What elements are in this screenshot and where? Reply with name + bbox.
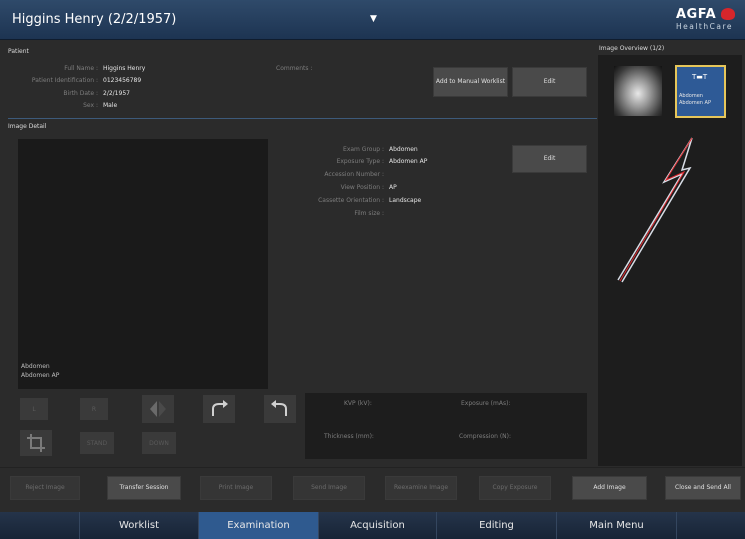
stand-marker-button[interactable]: STAND: [80, 432, 114, 454]
send-image-button[interactable]: Send Image: [293, 476, 365, 500]
flip-icon[interactable]: [142, 395, 174, 423]
rotate-right-icon[interactable]: [203, 395, 235, 423]
image-caption-group: Abdomen: [21, 363, 50, 370]
down-marker-button[interactable]: DOWN: [142, 432, 176, 454]
comments-label: Comments :: [276, 65, 313, 72]
main-navigation: Worklist Examination Acquisition Editing…: [0, 512, 745, 539]
film-size-label: Film size :: [354, 210, 384, 217]
nav-spacer-left: [0, 512, 80, 539]
sex-value: Male: [103, 102, 118, 109]
cassette-orientation-label: Cassette Orientation :: [318, 197, 384, 204]
chevron-down-icon[interactable]: ▼: [370, 14, 377, 24]
patient-id-label: Patient Identification :: [31, 77, 98, 84]
full-name-value: Higgins Henry: [103, 65, 146, 72]
nav-examination[interactable]: Examination: [199, 512, 319, 539]
accession-number-label: Accession Number :: [324, 171, 384, 178]
divider: [8, 118, 597, 119]
birth-date-value: 2/2/1957: [103, 90, 130, 97]
abdomen-thumbnail-selected[interactable]: T▬T Abdomen Abdomen AP: [675, 65, 726, 118]
marker-icon: T▬T: [692, 73, 708, 81]
birth-date-label: Birth Date :: [63, 90, 98, 97]
sex-label: Sex :: [83, 102, 98, 109]
nav-main-menu[interactable]: Main Menu: [557, 512, 677, 539]
undo-icon[interactable]: [264, 395, 296, 423]
exposure-type-label: Exposure Type :: [336, 158, 384, 165]
exam-group-label: Exam Group :: [343, 146, 384, 153]
nav-editing[interactable]: Editing: [437, 512, 557, 539]
close-and-send-all-button[interactable]: Close and Send All: [665, 476, 741, 500]
exposure-mas-label: Exposure (mAs):: [461, 400, 511, 407]
print-image-button[interactable]: Print Image: [200, 476, 272, 500]
agfa-rhombus-icon: [721, 8, 735, 20]
patient-title: Higgins Henry (2/2/1957): [12, 12, 177, 27]
exposure-type-value: Abdomen AP: [389, 158, 428, 165]
agfa-logo: AGFA HealthCare: [676, 7, 735, 31]
exam-group-value: Abdomen: [389, 146, 418, 153]
crop-icon[interactable]: [20, 430, 52, 456]
full-name-label: Full Name :: [64, 65, 98, 72]
left-marker-button[interactable]: L: [20, 398, 48, 420]
thickness-label: Thickness (mm):: [324, 433, 374, 440]
kvp-label: KVP (kV):: [344, 400, 372, 407]
image-overview-title: Image Overview (1/2): [599, 45, 665, 52]
view-position-value: AP: [389, 184, 397, 191]
add-image-button[interactable]: Add Image: [572, 476, 647, 500]
chest-xray-thumbnail[interactable]: [614, 66, 662, 116]
right-marker-button[interactable]: R: [80, 398, 108, 420]
patient-id-value: 0123456789: [103, 77, 142, 84]
nav-acquisition[interactable]: Acquisition: [319, 512, 437, 539]
copy-exposure-button[interactable]: Copy Exposure: [479, 476, 551, 500]
reject-image-button[interactable]: Reject Image: [10, 476, 80, 500]
image-detail-section-title: Image Detail: [8, 123, 47, 130]
edit-image-button[interactable]: Edit: [512, 145, 587, 173]
reexamine-image-button[interactable]: Reexamine Image: [385, 476, 457, 500]
compression-label: Compression (N):: [459, 433, 512, 440]
image-caption-type: Abdomen AP: [21, 372, 60, 379]
transfer-session-button[interactable]: Transfer Session: [107, 476, 181, 500]
patient-section-title: Patient: [8, 48, 29, 55]
add-to-worklist-button[interactable]: Add to Manual Worklist: [433, 67, 508, 97]
annotation-arrow: [617, 137, 693, 283]
image-viewer[interactable]: [18, 139, 268, 389]
edit-patient-button[interactable]: Edit: [512, 67, 587, 97]
nav-worklist[interactable]: Worklist: [80, 512, 199, 539]
cassette-orientation-value: Landscape: [389, 197, 422, 204]
view-position-label: View Position :: [340, 184, 384, 191]
